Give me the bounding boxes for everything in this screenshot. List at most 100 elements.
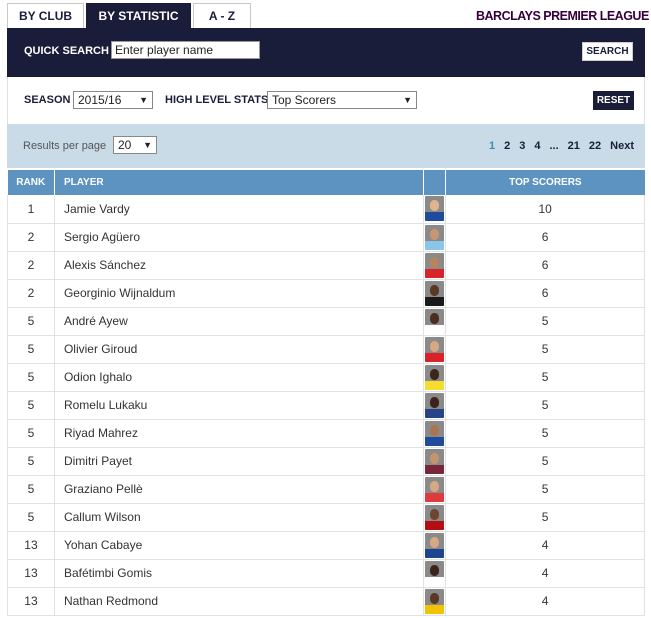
table-row: 5 Odion Ighalo 5 — [7, 363, 645, 391]
player-name-link[interactable]: Alexis Sánchez — [53, 251, 425, 279]
results-bar: Results per page 20 ▼ 1 2 3 4 ... 21 22 … — [7, 124, 645, 168]
reset-button[interactable]: RESET — [593, 91, 634, 110]
tab-by-statistic[interactable]: BY STATISTIC — [86, 3, 191, 28]
rank-cell: 5 — [7, 447, 55, 475]
rank-cell: 13 — [7, 559, 55, 587]
page-link[interactable]: 2 — [504, 140, 510, 152]
player-photo[interactable] — [425, 420, 445, 446]
photo-cell — [423, 195, 447, 223]
player-photo[interactable] — [425, 532, 445, 558]
player-name-link[interactable]: Dimitri Payet — [53, 447, 425, 475]
player-name-link[interactable]: Callum Wilson — [53, 503, 425, 531]
photo-cell — [423, 363, 447, 391]
stats-table: RANK PLAYER TOP SCORERS 1 Jamie Vardy 10 2 S… — [7, 170, 645, 616]
player-photo[interactable] — [425, 504, 445, 530]
page-link[interactable]: 21 — [568, 140, 580, 152]
player-photo[interactable] — [425, 252, 445, 278]
player-name-link[interactable]: Bafétimbi Gomis — [53, 559, 425, 587]
photo-cell — [423, 447, 447, 475]
chevron-down-icon: ▼ — [143, 140, 152, 150]
photo-cell — [423, 251, 447, 279]
page-link[interactable]: 4 — [534, 140, 540, 152]
page-link[interactable]: 1 — [489, 140, 495, 152]
search-button[interactable]: SEARCH — [582, 42, 633, 61]
page-link[interactable]: 3 — [519, 140, 525, 152]
player-name-link[interactable]: Georginio Wijnaldum — [53, 279, 425, 307]
table-header: RANK PLAYER TOP SCORERS — [7, 170, 645, 195]
rank-cell: 5 — [7, 419, 55, 447]
score-cell: 4 — [445, 587, 645, 615]
table-row: 5 Olivier Giroud 5 — [7, 335, 645, 363]
table-row: 5 André Ayew 5 — [7, 307, 645, 335]
chevron-down-icon: ▼ — [403, 95, 412, 105]
photo-cell — [423, 587, 447, 615]
season-label: SEASON — [24, 94, 71, 106]
rank-cell: 2 — [7, 223, 55, 251]
next-page-link[interactable]: Next — [610, 140, 634, 152]
quick-search-bar: QUICK SEARCH Enter player name SEARCH — [7, 28, 645, 77]
photo-cell — [423, 307, 447, 335]
photo-cell — [423, 223, 447, 251]
score-cell: 5 — [445, 335, 645, 363]
photo-cell — [423, 279, 447, 307]
player-name-link[interactable]: Romelu Lukaku — [53, 391, 425, 419]
table-row: 2 Alexis Sánchez 6 — [7, 251, 645, 279]
player-photo[interactable] — [425, 392, 445, 418]
score-cell: 5 — [445, 363, 645, 391]
rank-cell: 5 — [7, 307, 55, 335]
stats-label: HIGH LEVEL STATS — [165, 94, 269, 106]
player-header[interactable]: PLAYER — [54, 170, 425, 195]
score-cell: 4 — [445, 559, 645, 587]
player-photo[interactable] — [425, 280, 445, 306]
player-name-link[interactable]: Yohan Cabaye — [53, 531, 425, 559]
player-photo[interactable] — [425, 588, 445, 614]
rank-cell: 13 — [7, 531, 55, 559]
photo-cell — [423, 475, 447, 503]
rank-cell: 5 — [7, 363, 55, 391]
top-scorers-header[interactable]: TOP SCORERS — [446, 170, 645, 195]
page-link[interactable]: 22 — [589, 140, 601, 152]
pagination: 1 2 3 4 ... 21 22 Next — [480, 140, 634, 152]
player-name-link[interactable]: Odion Ighalo — [53, 363, 425, 391]
table-row: 13 Yohan Cabaye 4 — [7, 531, 645, 559]
table-row: 5 Romelu Lukaku 5 — [7, 391, 645, 419]
tab-a-z[interactable]: A - Z — [193, 3, 251, 28]
season-select[interactable]: 2015/16 ▼ — [73, 91, 153, 109]
player-name-link[interactable]: Olivier Giroud — [53, 335, 425, 363]
player-name-link[interactable]: André Ayew — [53, 307, 425, 335]
table-row: 2 Sergio Agüero 6 — [7, 223, 645, 251]
season-value: 2015/16 — [78, 93, 122, 107]
rank-header[interactable]: RANK — [7, 170, 55, 195]
tab-by-club[interactable]: BY CLUB — [7, 3, 84, 28]
player-photo[interactable] — [425, 560, 445, 586]
photo-cell — [423, 419, 447, 447]
logo-text: BARCLAYS PREMIER LEAGUE — [476, 9, 649, 23]
stats-select[interactable]: Top Scorers ▼ — [267, 91, 417, 109]
player-photo[interactable] — [425, 364, 445, 390]
player-name-link[interactable]: Graziano Pellè — [53, 475, 425, 503]
player-name-link[interactable]: Riyad Mahrez — [53, 419, 425, 447]
player-photo[interactable] — [425, 196, 445, 222]
player-photo[interactable] — [425, 336, 445, 362]
results-per-page-value: 20 — [118, 138, 132, 152]
player-photo[interactable] — [425, 308, 445, 334]
score-cell: 5 — [445, 503, 645, 531]
player-name-link[interactable]: Nathan Redmond — [53, 587, 425, 615]
table-row: 1 Jamie Vardy 10 — [7, 195, 645, 223]
rank-cell: 2 — [7, 279, 55, 307]
player-name-link[interactable]: Sergio Agüero — [53, 223, 425, 251]
table-row: 5 Dimitri Payet 5 — [7, 447, 645, 475]
premier-league-logo: BARCLAYS PREMIER LEAGUE — [476, 7, 649, 25]
rank-cell: 5 — [7, 335, 55, 363]
filter-row: SEASON 2015/16 ▼ HIGH LEVEL STATS Top Sc… — [7, 77, 645, 124]
score-cell: 6 — [445, 223, 645, 251]
rank-cell: 2 — [7, 251, 55, 279]
player-photo[interactable] — [425, 224, 445, 250]
results-per-page-select[interactable]: 20 ▼ — [113, 136, 157, 154]
player-photo[interactable] — [425, 476, 445, 502]
score-cell: 4 — [445, 531, 645, 559]
search-input[interactable]: Enter player name — [111, 41, 260, 59]
photo-cell — [423, 391, 447, 419]
player-photo[interactable] — [425, 448, 445, 474]
player-name-link[interactable]: Jamie Vardy — [53, 195, 425, 223]
